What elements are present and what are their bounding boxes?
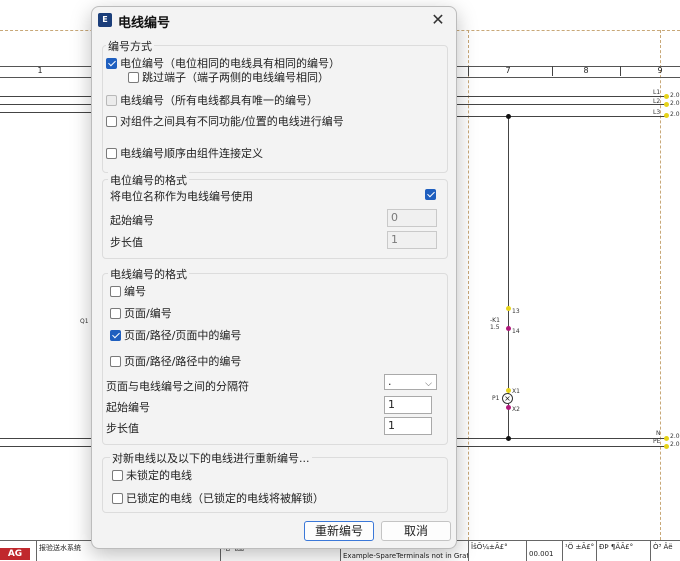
format-page-path-path-option[interactable]: 页面/路径/路径中的编号 [110, 353, 241, 369]
title-block-cell: ¹Ö ±Ã£° [562, 541, 596, 561]
bus-value: 2.0 [670, 92, 680, 99]
wire-label: X1 [512, 388, 520, 395]
format-number-option[interactable]: 编号 [110, 283, 146, 299]
potential-start-number-field[interactable]: 0 [387, 209, 437, 227]
component-label: -K1 [490, 317, 500, 324]
eplan-icon: E [98, 13, 112, 27]
bus-value: 2.0 [670, 441, 680, 448]
title-block-cell: ÎšÕ¼±Ã£° [468, 541, 526, 561]
checkbox[interactable] [425, 189, 436, 200]
option-connection-order[interactable]: 电线编号顺序由组件连接定义 [106, 145, 263, 161]
wire-step-field[interactable]: 1 [384, 417, 432, 435]
title-block-cell: ÐÞ ¶ÄÃ£° [596, 541, 650, 561]
bus-label: N [656, 430, 661, 437]
option-label: 页面/编号 [124, 307, 172, 320]
renumber-button[interactable]: 重新编号 [304, 521, 374, 541]
option-label: 页面/路径/页面中的编号 [124, 329, 242, 342]
option-label: 页面/路径/路径中的编号 [124, 355, 242, 368]
component-sublabel: 1.5 [490, 324, 500, 331]
wire-start-number-field[interactable]: 1 [384, 396, 432, 414]
option-label: 已锁定的电线（已锁定的电线将被解锁） [126, 492, 324, 505]
checkbox[interactable] [110, 307, 121, 319]
checkbox[interactable] [110, 329, 121, 341]
chevron-down-icon: ⌵ [425, 379, 432, 389]
bus-value: 2.0 [670, 433, 680, 440]
format-page-number-option[interactable]: 页面/编号 [110, 305, 172, 321]
format-page-path-page-option[interactable]: 页面/路径/页面中的编号 [110, 327, 241, 343]
checkbox[interactable] [112, 469, 123, 481]
bus-label: PE [653, 438, 661, 445]
option-wire-numbering[interactable]: 电线编号（所有电线都具有唯一的编号） [106, 92, 318, 108]
potential-step-field[interactable]: 1 [387, 231, 437, 249]
checkbox[interactable] [112, 492, 123, 504]
checkbox[interactable] [106, 57, 117, 69]
drawing-frame-divider [468, 30, 469, 540]
unlocked-wires-option[interactable]: 未锁定的电线 [112, 467, 192, 483]
option-label: 编号 [124, 285, 146, 298]
dialog-titlebar[interactable]: E 电线编号 ✕ [92, 7, 456, 33]
title-block-cell: 报验送水系统 [36, 541, 96, 561]
bus-value: 2.0 [670, 100, 680, 107]
separator-label: 页面与电线编号之间的分隔符 [106, 380, 249, 393]
column-number: 8 [583, 66, 589, 75]
step-label: 步长值 [110, 236, 143, 249]
group-title: 编号方式 [106, 38, 154, 54]
locked-wires-option[interactable]: 已锁定的电线（已锁定的电线将被解锁） [112, 490, 324, 506]
option-skip-terminal[interactable]: 跳过端子（端子两侧的电线编号相同） [128, 69, 329, 85]
bus-label: L2 [653, 98, 661, 105]
bus-label: L1 [653, 89, 661, 96]
column-number: 7 [505, 66, 511, 75]
option-label: 对组件之间具有不同功能/位置的电线进行编号 [120, 115, 344, 128]
company-logo: AG [0, 548, 30, 560]
option-label: 跳过端子（端子两侧的电线编号相同） [142, 71, 329, 84]
column-number: 1 [37, 66, 43, 75]
drawing-frame-right [660, 30, 661, 540]
bus-value: 2.0 [670, 111, 680, 118]
close-icon[interactable]: ✕ [426, 10, 450, 30]
wire-label: 13 [512, 308, 520, 315]
separator-dropdown[interactable]: . ⌵ [384, 374, 437, 390]
column-number: 9 [657, 66, 663, 75]
use-potential-name-checkbox[interactable] [425, 189, 439, 200]
bus-label: L3 [653, 109, 661, 116]
separator-value: . [388, 375, 392, 388]
wire-label: X2 [512, 406, 520, 413]
option-label: 电线编号（所有电线都具有唯一的编号） [120, 94, 318, 107]
component-label: P1 [492, 395, 500, 402]
title-block-cell: 00.001 [526, 541, 562, 561]
option-label: 未锁定的电线 [126, 469, 192, 482]
option-function-numbering[interactable]: 对组件之间具有不同功能/位置的电线进行编号 [106, 113, 344, 129]
cancel-button[interactable]: 取消 [381, 521, 451, 541]
group-title: 电位编号的格式 [108, 172, 189, 188]
group-title: 电线编号的格式 [108, 266, 189, 282]
checkbox[interactable] [106, 115, 117, 127]
checkbox[interactable] [110, 285, 121, 297]
group-title: 对新电线以及以下的电线进行重新编号... [110, 450, 312, 466]
start-number-label: 起始编号 [110, 214, 154, 227]
use-potential-name-label: 将电位名称作为电线编号使用 [110, 190, 253, 203]
checkbox[interactable] [106, 147, 117, 159]
start-number-label: 起始编号 [106, 401, 150, 414]
checkbox[interactable] [106, 94, 117, 106]
wire-numbering-dialog: E 电线编号 ✕ 编号方式 电位编号（电位相同的电线具有相同的编号） 跳过端子（… [91, 6, 457, 549]
wire-label: 14 [512, 328, 520, 335]
dialog-title: 电线编号 [118, 16, 171, 31]
component-label: Q1 [80, 318, 89, 325]
checkbox[interactable] [128, 71, 139, 83]
checkbox[interactable] [110, 355, 121, 367]
option-label: 电线编号顺序由组件连接定义 [120, 147, 263, 160]
title-block-cell: Ò³ Âë [650, 541, 680, 561]
step-label: 步长值 [106, 422, 139, 435]
